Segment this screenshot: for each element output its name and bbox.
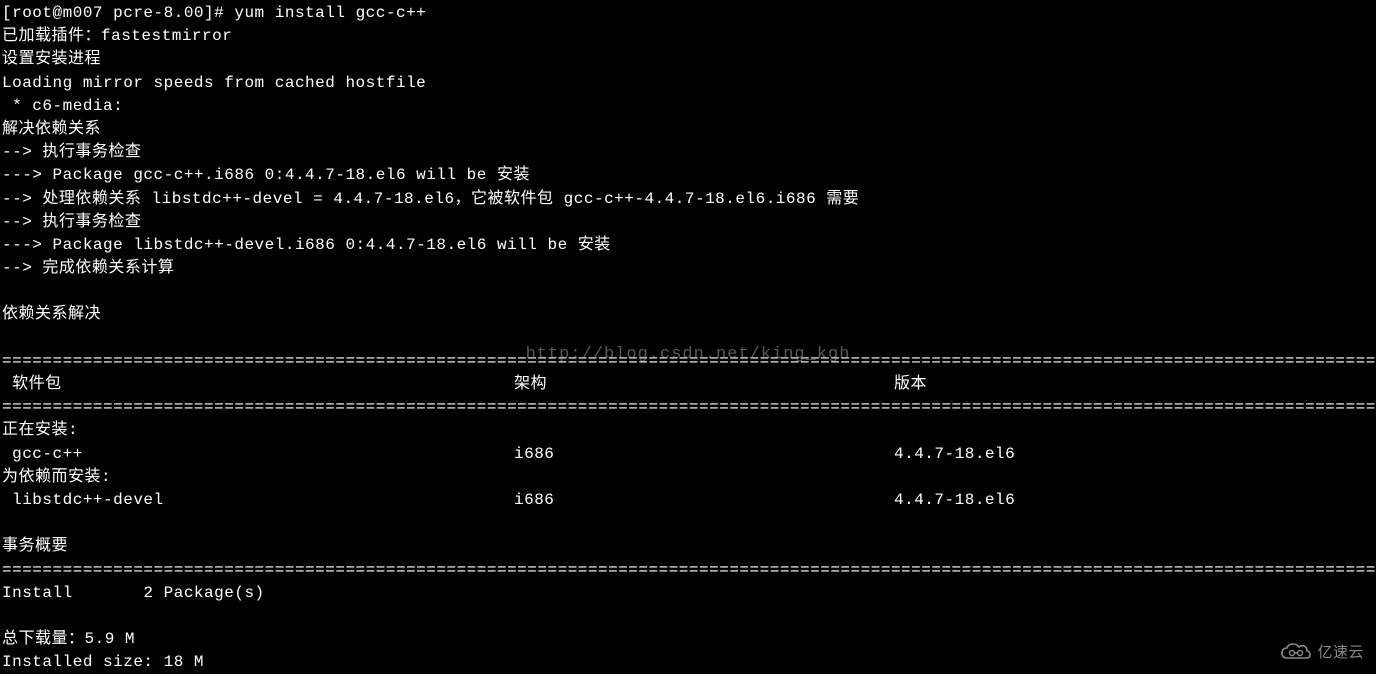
command-text[interactable]: yum install gcc-c++ [234, 4, 426, 22]
cell-package: gcc-c++ [2, 443, 514, 466]
download-size: 总下载量：5.9 M [2, 628, 1376, 651]
cell-arch: i686 [514, 489, 894, 512]
section-deps-installing: 为依赖而安装: [2, 466, 1376, 489]
cell-version: 4.4.7-18.el6 [894, 489, 1015, 512]
cell-version: 4.4.7-18.el6 [894, 443, 1015, 466]
header-version: 版本 [894, 373, 927, 396]
terminal-line: 设置安装进程 [2, 48, 1376, 71]
separator-line: ========================================… [2, 396, 1376, 419]
summary-title: 事务概要 [2, 535, 1376, 558]
cloud-icon [1279, 642, 1313, 664]
cell-package: libstdc++-devel [2, 489, 514, 512]
site-logo: 亿速云 [1279, 642, 1364, 664]
terminal-line: ---> Package gcc-c++.i686 0:4.4.7-18.el6… [2, 164, 1376, 187]
installed-size: Installed size: 18 M [2, 651, 1376, 674]
terminal-line: [root@m007 pcre-8.00]# yum install gcc-c… [2, 2, 1376, 25]
table-row: libstdc++-devel i686 4.4.7-18.el6 [2, 489, 1376, 512]
install-count: Install 2 Package(s) [2, 582, 1376, 605]
terminal-blank [2, 327, 1376, 350]
terminal-line: Loading mirror speeds from cached hostfi… [2, 72, 1376, 95]
terminal-line: --> 完成依赖关系计算 [2, 257, 1376, 280]
terminal-blank [2, 280, 1376, 303]
header-package: 软件包 [2, 373, 514, 396]
terminal-line: 解决依赖关系 [2, 118, 1376, 141]
terminal-line: * c6-media: [2, 95, 1376, 118]
table-row: gcc-c++ i686 4.4.7-18.el6 [2, 443, 1376, 466]
section-installing: 正在安装: [2, 419, 1376, 442]
header-arch: 架构 [514, 373, 894, 396]
terminal-line: 已加载插件：fastestmirror [2, 25, 1376, 48]
terminal-line: 依赖关系解决 [2, 303, 1376, 326]
terminal-line: --> 执行事务检查 [2, 211, 1376, 234]
table-header-row: 软件包 架构 版本 [2, 373, 1376, 396]
terminal-line: --> 处理依赖关系 libstdc++-devel = 4.4.7-18.el… [2, 188, 1376, 211]
cell-arch: i686 [514, 443, 894, 466]
separator-line: ========================================… [2, 559, 1376, 582]
logo-text: 亿速云 [1317, 642, 1364, 664]
shell-prompt: [root@m007 pcre-8.00]# [2, 4, 234, 22]
terminal-blank [2, 605, 1376, 628]
terminal-blank [2, 512, 1376, 535]
separator-line: ========================================… [2, 350, 1376, 373]
terminal-line: ---> Package libstdc++-devel.i686 0:4.4.… [2, 234, 1376, 257]
terminal-line: --> 执行事务检查 [2, 141, 1376, 164]
